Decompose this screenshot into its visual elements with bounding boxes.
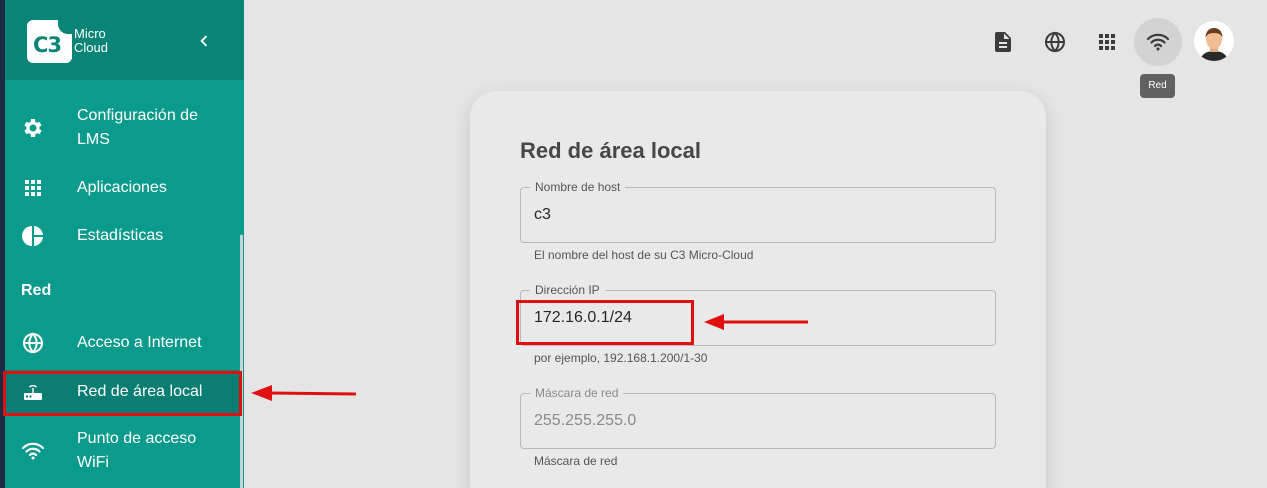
sidebar-item-label: Estadísticas — [77, 227, 164, 244]
lan-settings-card: Red de área local Nombre de host c3 El n… — [470, 91, 1046, 488]
wifi-icon — [1146, 33, 1170, 51]
hostname-value: c3 — [534, 206, 551, 223]
sidebar-item-internet-access[interactable]: Acceso a Internet — [5, 331, 237, 355]
sidebar-item-label: Aplicaciones — [77, 179, 167, 196]
sidebar-item-applications[interactable]: Aplicaciones — [5, 176, 237, 200]
sidebar-scrollbar[interactable] — [240, 235, 243, 488]
ip-address-label: Dirección IP — [530, 282, 605, 298]
logo-mark: C3 — [33, 33, 62, 57]
c3-logo-icon[interactable]: C3 — [27, 20, 72, 63]
sidebar-item-label: Configuración de — [77, 107, 198, 124]
hostname-field[interactable]: Nombre de host c3 — [520, 179, 996, 243]
apps-grid-icon — [1099, 34, 1115, 50]
hostname-hint: El nombre del host de su C3 Micro-Cloud — [534, 248, 754, 262]
section-header-network: Red — [21, 282, 52, 299]
tooltip-network: Red — [1140, 74, 1175, 98]
sidebar-item-wifi-hotspot[interactable]: Punto de acceso WiFi — [5, 427, 237, 475]
sidebar-item-label: Acceso a Internet — [77, 334, 202, 351]
network-button[interactable] — [1134, 18, 1182, 66]
logo-text: Micro Cloud — [74, 26, 108, 55]
chevron-left-icon[interactable] — [193, 30, 215, 52]
netmask-value: 255.255.255.0 — [534, 412, 637, 429]
sidebar-item-lms-config[interactable]: Configuración de LMS — [5, 104, 237, 152]
apps-button[interactable] — [1083, 18, 1131, 66]
netmask-field: Máscara de red 255.255.255.0 — [520, 385, 996, 449]
highlight-box-ip — [516, 300, 694, 345]
globe-icon — [21, 331, 45, 355]
language-button[interactable] — [1031, 18, 1079, 66]
hostname-label: Nombre de host — [530, 179, 626, 195]
netmask-label: Máscara de red — [530, 385, 624, 401]
arrow-head-sidebar — [251, 385, 272, 401]
sidebar-item-label-line2: WiFi — [77, 454, 109, 471]
sidebar-item-label: Punto de acceso — [77, 430, 197, 447]
sidebar-item-statistics[interactable]: Estadísticas — [5, 224, 237, 248]
document-icon — [995, 32, 1011, 52]
globe-icon — [1045, 31, 1065, 53]
gear-icon — [21, 116, 45, 140]
sidebar-item-label-line2: LMS — [77, 131, 110, 148]
wifi-icon — [21, 439, 45, 463]
apps-grid-icon — [21, 176, 45, 200]
sidebar-header: C3 Micro Cloud — [5, 0, 244, 80]
pie-chart-icon — [21, 224, 45, 248]
ip-address-hint: por ejemplo, 192.168.1.200/1-30 — [534, 351, 708, 365]
avatar[interactable] — [1194, 21, 1234, 61]
arrow-line-sidebar — [269, 391, 357, 396]
page-title: Red de área local — [520, 138, 701, 163]
highlight-box-sidebar — [3, 371, 242, 416]
document-button[interactable] — [979, 18, 1027, 66]
netmask-hint: Máscara de red — [534, 454, 618, 468]
